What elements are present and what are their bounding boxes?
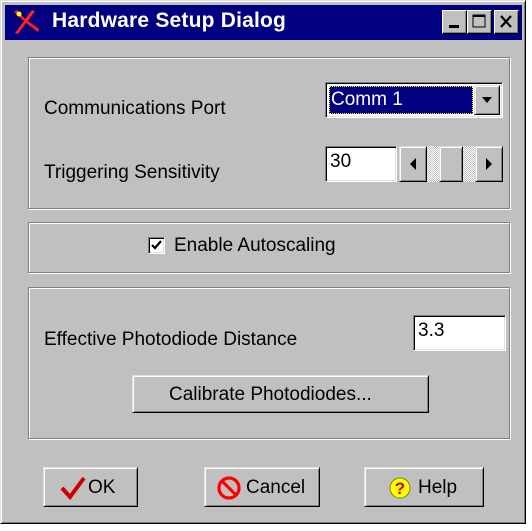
title-bar[interactable]: Hardware Setup Dialog bbox=[5, 5, 522, 40]
prohibit-icon bbox=[217, 476, 241, 500]
arrow-left-icon bbox=[410, 158, 416, 170]
window-title: Hardware Setup Dialog bbox=[52, 9, 287, 32]
cancel-label: Cancel bbox=[246, 477, 306, 498]
photodiode-distance-field[interactable]: 3.3 bbox=[413, 315, 506, 351]
calibrate-photodiodes-button[interactable]: Calibrate Photodiodes... bbox=[132, 375, 429, 413]
photodiode-group: Effective Photodiode Distance 3.3 Calibr… bbox=[28, 287, 510, 439]
maximize-button[interactable] bbox=[467, 10, 492, 34]
help-button[interactable]: ? Help bbox=[364, 467, 484, 507]
port-settings-group: Communications Port Comm 1 Triggering Se… bbox=[28, 57, 510, 209]
comm-port-label: Communications Port bbox=[44, 98, 226, 119]
autoscale-checkbox[interactable] bbox=[148, 237, 165, 254]
app-bird-icon bbox=[11, 8, 41, 36]
photodiode-distance-value: 3.3 bbox=[418, 320, 445, 341]
maximize-icon bbox=[472, 14, 486, 28]
minimize-icon bbox=[449, 25, 459, 28]
help-label: Help bbox=[418, 477, 458, 498]
cancel-button[interactable]: Cancel bbox=[204, 467, 320, 507]
checkmark-icon bbox=[60, 476, 86, 501]
autoscale-group: Enable Autoscaling bbox=[28, 222, 510, 273]
minimize-button[interactable] bbox=[442, 10, 467, 34]
ok-button[interactable]: OK bbox=[43, 467, 138, 507]
ok-label: OK bbox=[88, 477, 116, 498]
scroll-left-button[interactable] bbox=[399, 146, 427, 182]
comm-port-value: Comm 1 bbox=[329, 86, 473, 114]
dropdown-button[interactable] bbox=[474, 85, 500, 115]
chevron-down-icon bbox=[482, 97, 492, 103]
hardware-setup-dialog: Hardware Setup Dialog Communications Por… bbox=[0, 0, 526, 524]
close-icon bbox=[500, 15, 512, 28]
sensitivity-label: Triggering Sensitivity bbox=[44, 162, 220, 183]
sensitivity-scrollbar[interactable] bbox=[399, 146, 503, 182]
close-button[interactable] bbox=[494, 10, 519, 34]
question-icon: ? bbox=[389, 477, 411, 499]
comm-port-select[interactable]: Comm 1 bbox=[325, 82, 503, 118]
calibrate-label: Calibrate Photodiodes... bbox=[169, 384, 372, 405]
checkbox-check-icon bbox=[151, 240, 162, 250]
sensitivity-value: 30 bbox=[330, 151, 352, 172]
photodiode-distance-label: Effective Photodiode Distance bbox=[44, 329, 298, 350]
autoscale-label: Enable Autoscaling bbox=[174, 235, 336, 256]
scroll-thumb[interactable] bbox=[439, 146, 463, 182]
arrow-right-icon bbox=[486, 158, 492, 170]
svg-text:?: ? bbox=[395, 479, 405, 498]
scroll-right-button[interactable] bbox=[475, 146, 503, 182]
sensitivity-field[interactable]: 30 bbox=[325, 146, 397, 182]
